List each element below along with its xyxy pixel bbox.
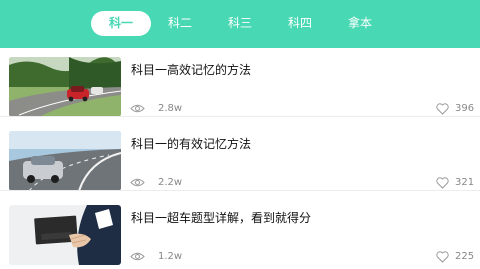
article-title: 科目一超车题型详解，看到就得分 — [131, 211, 312, 225]
eye-icon — [130, 178, 145, 187]
article-thumbnail — [9, 57, 121, 117]
article-title: 科目一的有效记忆方法 — [131, 137, 252, 151]
article-list: 科目一高效记忆的方法 2.8w 396 科目一的有效记忆方法 2.2w 321 … — [0, 48, 480, 269]
view-count: 2.8w — [158, 103, 183, 114]
list-item[interactable]: 科目一高效记忆的方法 2.8w 396 — [0, 48, 480, 120]
article-thumbnail — [9, 131, 121, 191]
eye-icon — [130, 104, 145, 113]
article-title: 科目一高效记忆的方法 — [131, 63, 252, 77]
like-count: 396 — [455, 103, 475, 114]
eye-icon — [130, 252, 145, 261]
list-item[interactable]: 科目一超车题型详解，看到就得分 1.2w 225 — [0, 190, 480, 268]
tab-na-ben[interactable]: 拿本 — [340, 11, 380, 36]
view-count: 2.2w — [158, 177, 183, 188]
top-tab-bar: 科一 科二 科三 科四 拿本 — [0, 0, 480, 48]
tab-ke-san[interactable]: 科三 — [220, 11, 260, 36]
tab-ke-yi[interactable]: 科一 — [91, 11, 151, 36]
tab-ke-si[interactable]: 科四 — [280, 11, 320, 36]
heart-icon[interactable] — [436, 251, 449, 263]
tab-ke-er[interactable]: 科二 — [160, 11, 200, 36]
like-count: 321 — [455, 177, 475, 188]
article-thumbnail — [9, 205, 121, 265]
heart-icon[interactable] — [436, 177, 449, 189]
view-count: 1.2w — [158, 251, 183, 262]
like-count: 225 — [455, 251, 475, 262]
list-item[interactable]: 科目一的有效记忆方法 2.2w 321 — [0, 116, 480, 194]
heart-icon[interactable] — [436, 103, 449, 115]
